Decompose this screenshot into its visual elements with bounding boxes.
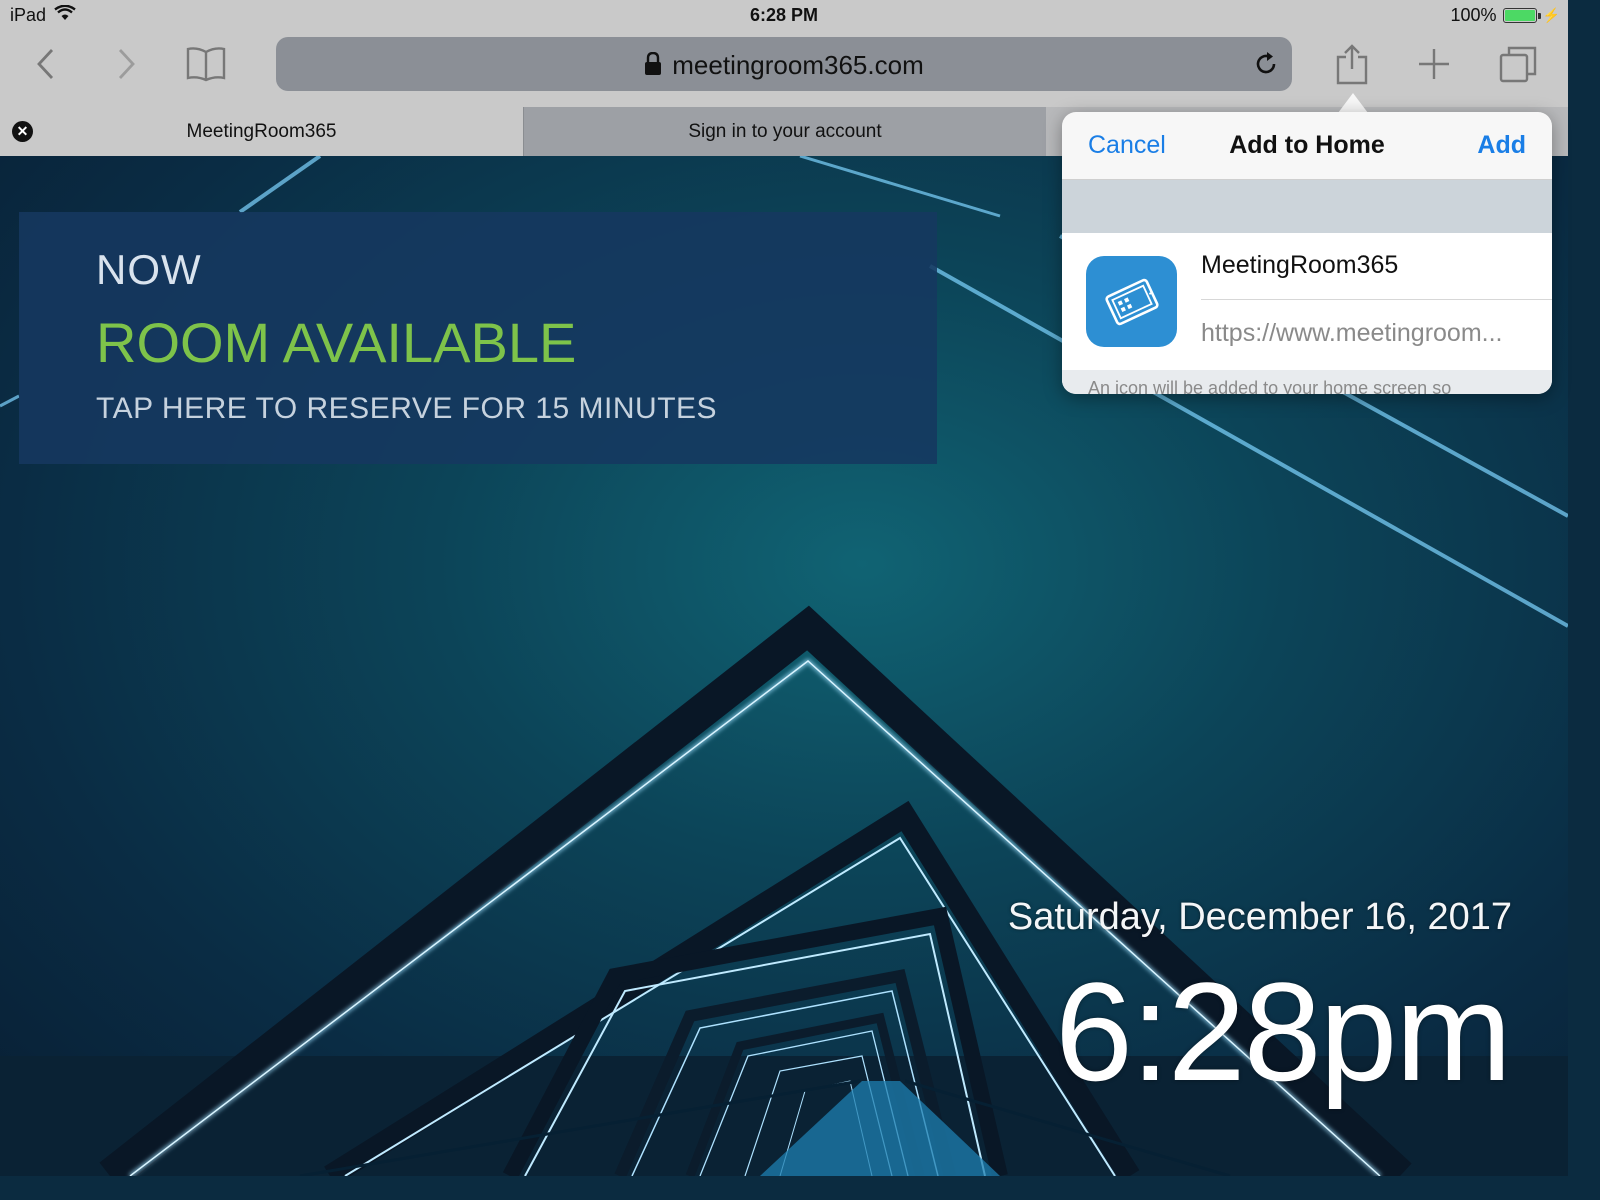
room-status: ROOM AVAILABLE xyxy=(96,311,577,374)
address-bar[interactable]: meetingroom365.com xyxy=(276,37,1292,91)
room-status-card[interactable]: NOW ROOM AVAILABLE TAP HERE TO RESERVE F… xyxy=(19,212,937,464)
lock-icon xyxy=(644,51,662,83)
popover-footer: An icon will be added to your home scree… xyxy=(1062,370,1552,394)
url-text: meetingroom365.com xyxy=(672,50,924,80)
battery-percent: 100% xyxy=(1450,5,1497,25)
popover-header: Cancel Add to Home Add xyxy=(1062,112,1552,180)
charging-icon: ⚡ xyxy=(1542,7,1560,23)
new-tab-icon[interactable] xyxy=(1412,42,1456,86)
tab-sign-in[interactable]: Sign in to your account xyxy=(523,107,1046,156)
popover-spacer xyxy=(1062,180,1552,233)
tab-label: Sign in to your account xyxy=(688,120,882,142)
current-date: Saturday, December 16, 2017 xyxy=(1007,896,1512,938)
popover-arrow xyxy=(1338,93,1368,113)
reserve-action[interactable]: TAP HERE TO RESERVE FOR 15 MINUTES xyxy=(96,392,717,426)
status-bar: iPad 6:28 PM 100% ⚡ xyxy=(0,0,1568,30)
now-label: NOW xyxy=(96,246,202,293)
back-icon[interactable] xyxy=(24,42,68,86)
app-name-field[interactable]: MeetingRoom365 xyxy=(1201,251,1398,280)
app-preview-row: MeetingRoom365 https://www.meetingroom..… xyxy=(1062,233,1552,370)
footer-text: An icon will be added to your home scree… xyxy=(1088,378,1452,394)
add-button[interactable]: Add xyxy=(1477,131,1526,160)
forward-icon[interactable] xyxy=(104,42,148,86)
reload-icon[interactable] xyxy=(1252,50,1280,83)
tabs-icon[interactable] xyxy=(1496,42,1540,86)
share-icon[interactable] xyxy=(1330,42,1374,86)
tab-meetingroom365[interactable]: ✕ MeetingRoom365 xyxy=(0,107,523,156)
status-time: 6:28 PM xyxy=(749,5,819,25)
tab-label: MeetingRoom365 xyxy=(186,120,337,142)
bookmarks-icon[interactable] xyxy=(184,42,228,86)
divider xyxy=(1201,299,1552,300)
close-tab-icon[interactable]: ✕ xyxy=(12,121,33,142)
app-icon xyxy=(1086,256,1177,347)
app-url: https://www.meetingroom... xyxy=(1201,319,1503,347)
add-to-home-popover: Cancel Add to Home Add MeetingRoom365 ht… xyxy=(1062,112,1552,394)
battery-icon xyxy=(1502,8,1541,23)
current-time: 6:28pm xyxy=(1055,953,1512,1110)
browser-toolbar: meetingroom365.com xyxy=(0,30,1568,107)
tablet-icon xyxy=(1104,278,1159,325)
